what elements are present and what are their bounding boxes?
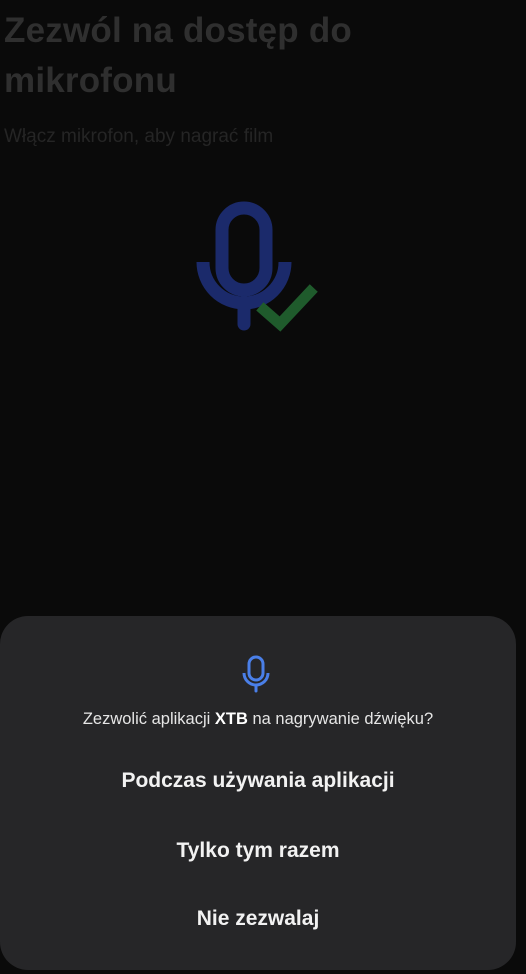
allow-while-using-button[interactable]: Podczas używania aplikacji [20, 755, 496, 807]
deny-button[interactable]: Nie zezwalaj [20, 893, 496, 945]
question-suffix: na nagrywanie dźwięku? [247, 710, 434, 728]
microphone-with-checkmark-icon [196, 201, 318, 332]
allow-only-once-button[interactable]: Tylko tym razem [20, 825, 496, 877]
page-subtitle: Włącz mikrofon, aby nagrać film [4, 126, 274, 147]
permission-dialog: Zezwolić aplikacji XTB na nagrywanie dźw… [0, 616, 516, 970]
app-name: XTB [214, 710, 248, 728]
page-title: Zezwól na dostęp do mikrofonu [4, 11, 352, 100]
permission-question: Zezwolić aplikacji XTB na nagrywanie dźw… [0, 710, 516, 729]
question-prefix: Zezwolić aplikacji [82, 710, 215, 728]
screen: Zezwól na dostęp do mikrofonu Włącz mikr… [0, 0, 526, 974]
microphone-icon [242, 655, 270, 693]
